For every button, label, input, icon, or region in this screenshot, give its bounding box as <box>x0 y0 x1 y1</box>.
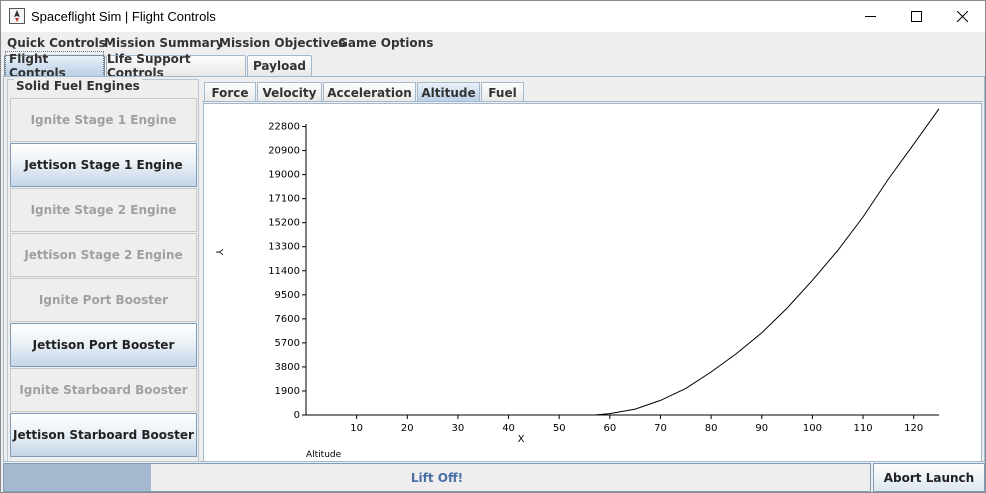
tab-life-support-controls[interactable]: Life Support Controls <box>106 52 246 80</box>
x-tick-label: 50 <box>553 423 566 434</box>
engine-button-2[interactable]: Jettison Stage 1 Engine <box>10 143 197 187</box>
menu-bar: Quick Controls Mission Summary Mission O… <box>1 32 985 54</box>
tab-velocity[interactable]: Velocity <box>257 82 322 102</box>
solid-fuel-engines-panel: Solid Fuel Engines Ignite Stage 1 Engine… <box>7 79 199 462</box>
launch-progress-bar: Lift Off! <box>3 463 871 492</box>
menu-game-options[interactable]: Game Options <box>338 36 433 50</box>
abort-launch-button[interactable]: Abort Launch <box>873 463 985 492</box>
window-title: Spaceflight Sim | Flight Controls <box>31 9 216 24</box>
tab-payload[interactable]: Payload <box>247 55 312 76</box>
status-bar: Lift Off! Abort Launch <box>3 463 985 492</box>
y-tick-label: 15200 <box>268 218 300 229</box>
engine-button-1[interactable]: Ignite Stage 1 Engine <box>10 98 197 142</box>
engines-panel-title: Solid Fuel Engines <box>14 79 142 93</box>
main-tabs: Flight Controls Life Support Controls Pa… <box>1 51 985 81</box>
x-tick-label: 80 <box>705 423 718 434</box>
engine-button-6[interactable]: Jettison Port Booster <box>10 323 197 367</box>
app-icon <box>9 8 25 24</box>
title-bar: Spaceflight Sim | Flight Controls <box>1 1 985 32</box>
tab-divider <box>202 101 983 102</box>
minimize-icon <box>864 16 876 17</box>
y-tick-label: 13300 <box>268 242 300 253</box>
chart-svg: 0 1900 3800 5700 7600 9500 11400 13300 15200 1710… <box>213 108 940 460</box>
y-axis-label: Y <box>213 248 224 256</box>
x-tick-label: 40 <box>502 423 515 434</box>
tab-flight-controls[interactable]: Flight Controls <box>4 51 105 81</box>
y-tick-label: 3800 <box>275 362 300 373</box>
y-tick-label: 22800 <box>268 122 300 133</box>
y-tick-label: 9500 <box>275 290 300 301</box>
progress-text: Lift Off! <box>410 470 464 485</box>
tab-acceleration[interactable]: Acceleration <box>323 82 416 102</box>
engine-button-4[interactable]: Jettison Stage 2 Engine <box>10 233 197 277</box>
x-tick-label: 110 <box>853 423 872 434</box>
engine-button-3[interactable]: Ignite Stage 2 Engine <box>10 188 197 232</box>
menu-mission-summary[interactable]: Mission Summary <box>104 36 223 50</box>
y-tick-label: 17100 <box>268 194 300 205</box>
close-icon <box>956 11 968 22</box>
x-tick-label: 100 <box>803 423 822 434</box>
menu-mission-objectives[interactable]: Mission Objectives <box>219 36 346 50</box>
y-tick-label: 7600 <box>275 314 300 325</box>
engine-button-8[interactable]: Jettison Starboard Booster <box>10 413 197 457</box>
close-button[interactable] <box>939 1 985 32</box>
x-tick-label: 90 <box>755 423 768 434</box>
altitude-series-line <box>306 108 940 416</box>
graph-tabs: Force Velocity Acceleration Altitude Fue… <box>202 81 983 102</box>
y-tick-label: 0 <box>294 410 300 421</box>
maximize-button[interactable] <box>893 1 939 32</box>
engine-button-5[interactable]: Ignite Port Booster <box>10 278 197 322</box>
x-tick-label: 60 <box>603 423 616 434</box>
engine-button-7[interactable]: Ignite Starboard Booster <box>10 368 197 412</box>
graph-panel: Force Velocity Acceleration Altitude Fue… <box>202 81 983 464</box>
tab-altitude[interactable]: Altitude <box>417 82 480 102</box>
y-tick-label: 1900 <box>275 386 300 397</box>
maximize-icon <box>910 11 922 22</box>
menu-quick-controls[interactable]: Quick Controls <box>7 36 106 50</box>
x-tick-label: 120 <box>904 423 923 434</box>
minimize-button[interactable] <box>847 1 893 32</box>
x-axis-label: X <box>518 434 525 445</box>
chart-title: Altitude <box>306 450 342 460</box>
y-tick-label: 5700 <box>275 338 300 349</box>
y-tick-label: 19000 <box>268 170 300 181</box>
app-window: Spaceflight Sim | Flight Controls Quick … <box>0 0 986 493</box>
tab-force[interactable]: Force <box>204 82 256 102</box>
y-tick-label: 11400 <box>268 266 300 277</box>
x-tick-label: 30 <box>452 423 465 434</box>
altitude-chart: 0 1900 3800 5700 7600 9500 11400 13300 15200 1710… <box>203 103 982 462</box>
x-tick-label: 10 <box>350 423 363 434</box>
x-tick-label: 70 <box>654 423 667 434</box>
y-tick-label: 20900 <box>268 146 300 157</box>
tab-fuel[interactable]: Fuel <box>481 82 524 102</box>
tab-label: Payload <box>252 59 307 73</box>
x-tick-label: 20 <box>401 423 414 434</box>
